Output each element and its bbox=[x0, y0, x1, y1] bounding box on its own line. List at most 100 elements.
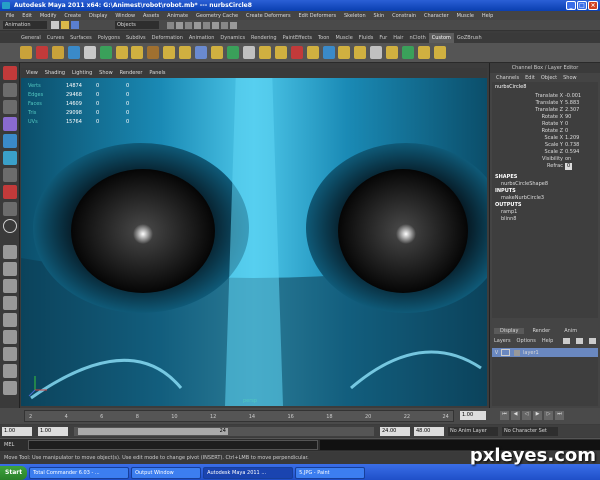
show-manip-icon[interactable] bbox=[3, 202, 17, 216]
attribute-value[interactable]: 90 bbox=[565, 114, 571, 121]
layer-menu-options[interactable]: Options bbox=[517, 338, 536, 344]
menu-create[interactable]: Create bbox=[64, 13, 81, 19]
shelf-tab-curves[interactable]: Curves bbox=[44, 33, 67, 43]
shelf-tab-muscle[interactable]: Muscle bbox=[332, 33, 355, 43]
viewport-menu-lighting[interactable]: Lighting bbox=[72, 70, 92, 76]
shelf-tab-rendering[interactable]: Rendering bbox=[248, 33, 280, 43]
shelf-tool-icon[interactable] bbox=[242, 46, 255, 59]
shelf-tool-icon[interactable] bbox=[35, 46, 48, 59]
layer-menu-layers[interactable]: Layers bbox=[494, 338, 511, 344]
channel-menu-object[interactable]: Object bbox=[541, 75, 557, 81]
selection-mode-dropdown[interactable]: Objects bbox=[115, 21, 159, 29]
shelf-tool-icon[interactable] bbox=[338, 46, 351, 59]
layer-menu-help[interactable]: Help bbox=[542, 338, 553, 344]
shelf-tab-polygons[interactable]: Polygons bbox=[95, 33, 123, 43]
shelf-tool-icon[interactable] bbox=[115, 46, 128, 59]
viewport-menu-show[interactable]: Show bbox=[99, 70, 113, 76]
attribute-row[interactable]: Translate Y 5.883 bbox=[495, 100, 595, 107]
attribute-value[interactable]: on bbox=[565, 156, 571, 163]
shelf-tab-painteffects[interactable]: PaintEffects bbox=[280, 33, 315, 43]
shelf-tool-icon[interactable] bbox=[147, 46, 160, 59]
shelf-tool-icon[interactable] bbox=[402, 46, 415, 59]
manipulator-icon[interactable] bbox=[3, 168, 17, 182]
time-slider-track[interactable]: 2 4 6 8 10 12 14 16 18 20 22 24 bbox=[24, 410, 454, 422]
taskbar-item[interactable]: Autodesk Maya 2011 ... bbox=[203, 467, 294, 479]
layout-custom-icon[interactable] bbox=[3, 364, 17, 378]
go-to-start-icon[interactable]: ⏮ bbox=[500, 411, 509, 420]
shelf-tab-toon[interactable]: Toon bbox=[315, 33, 333, 43]
maximize-button[interactable]: □ bbox=[577, 1, 587, 10]
animation-start-field[interactable]: 1.00 bbox=[2, 426, 32, 436]
menu-display[interactable]: Display bbox=[89, 13, 107, 19]
attribute-value[interactable]: 0 bbox=[565, 128, 568, 135]
layer-visibility-toggle[interactable]: V bbox=[492, 350, 501, 356]
play-forward-icon[interactable]: ▶ bbox=[533, 411, 542, 420]
layer-type-toggle[interactable] bbox=[501, 349, 510, 356]
close-button[interactable]: × bbox=[588, 1, 598, 10]
menu-file[interactable]: File bbox=[6, 13, 14, 19]
step-forward-icon[interactable]: ▷ bbox=[544, 411, 553, 420]
shelf-tab-fur[interactable]: Fur bbox=[376, 33, 390, 43]
shelf-tool-icon[interactable] bbox=[306, 46, 319, 59]
mask-icon[interactable] bbox=[185, 21, 192, 29]
menu-skeleton[interactable]: Skeleton bbox=[344, 13, 366, 19]
shelf-tool-icon[interactable] bbox=[433, 46, 446, 59]
shelf-tool-icon[interactable] bbox=[67, 46, 80, 59]
shelf-tool-icon[interactable] bbox=[211, 46, 224, 59]
time-slider[interactable]: 2 4 6 8 10 12 14 16 18 20 22 24 1.00 ⏮ ◀… bbox=[0, 408, 600, 424]
mask-icon[interactable] bbox=[212, 21, 219, 29]
select-tool-icon[interactable] bbox=[3, 66, 17, 80]
channel-menu-show[interactable]: Show bbox=[563, 75, 577, 81]
attribute-row[interactable]: Scale X 1.209 bbox=[495, 135, 595, 142]
mask-icon[interactable] bbox=[221, 21, 228, 29]
layout-custom-icon[interactable] bbox=[3, 330, 17, 344]
viewport-menu-panels[interactable]: Panels bbox=[149, 70, 165, 76]
lasso-tool-icon[interactable] bbox=[3, 83, 17, 97]
mask-icon[interactable] bbox=[167, 21, 174, 29]
attribute-row[interactable]: Rotate Y0 bbox=[495, 121, 595, 128]
attribute-row[interactable]: Scale Y 0.738 bbox=[495, 142, 595, 149]
attribute-row[interactable]: Translate Z 2.307 bbox=[495, 107, 595, 114]
shelf-tool-icon[interactable] bbox=[83, 46, 96, 59]
layout-four-icon[interactable] bbox=[3, 262, 17, 276]
attribute-row[interactable]: Visibility on bbox=[495, 156, 595, 163]
shelf-tool-icon[interactable] bbox=[226, 46, 239, 59]
shape-node[interactable]: nurbsCircleShape8 bbox=[495, 181, 595, 188]
minimize-button[interactable]: _ bbox=[566, 1, 576, 10]
viewport-menu-renderer[interactable]: Renderer bbox=[120, 70, 143, 76]
last-tool-icon[interactable] bbox=[3, 219, 17, 233]
attribute-row[interactable]: Scale Z 0.594 bbox=[495, 149, 595, 156]
new-layer-selected-icon[interactable] bbox=[576, 338, 583, 344]
channel-menu-edit[interactable]: Edit bbox=[525, 75, 535, 81]
shelf-tab-subdivs[interactable]: Subdivs bbox=[123, 33, 149, 43]
shelf-tab-custom[interactable]: Custom bbox=[428, 33, 454, 43]
shelf-tool-icon[interactable] bbox=[131, 46, 144, 59]
attribute-value[interactable]: 2.307 bbox=[565, 107, 579, 114]
start-button[interactable]: Start bbox=[0, 465, 28, 480]
shelf-tool-icon[interactable] bbox=[258, 46, 271, 59]
output-node[interactable]: ramp1 bbox=[495, 209, 595, 216]
menu-assets[interactable]: Assets bbox=[143, 13, 159, 19]
menu-animate[interactable]: Animate bbox=[167, 13, 188, 19]
attribute-value[interactable]: 0 bbox=[565, 121, 568, 128]
taskbar-item[interactable]: Output Window bbox=[131, 467, 202, 479]
input-node[interactable]: makeNurbCircle3 bbox=[495, 195, 595, 202]
attribute-value[interactable]: 0.738 bbox=[565, 142, 579, 149]
attribute-value[interactable]: 0.594 bbox=[565, 149, 579, 156]
mask-icon[interactable] bbox=[194, 21, 201, 29]
move-tool-icon[interactable] bbox=[3, 117, 17, 131]
mask-icon[interactable] bbox=[230, 21, 237, 29]
attribute-row[interactable]: Refrac 0 bbox=[495, 163, 595, 170]
layer-name[interactable]: layer1 bbox=[523, 350, 539, 356]
anim-layer-dropdown[interactable]: No Anim Layer bbox=[448, 426, 498, 436]
layer-options-icon[interactable] bbox=[589, 338, 596, 344]
menu-character[interactable]: Character bbox=[424, 13, 449, 19]
shelf-tool-icon[interactable] bbox=[163, 46, 176, 59]
rotate-tool-icon[interactable] bbox=[3, 134, 17, 148]
animation-end-field[interactable]: 48.00 bbox=[414, 426, 444, 436]
layer-tab-display[interactable]: Display bbox=[494, 328, 525, 334]
menuset-dropdown[interactable]: Animation bbox=[3, 21, 47, 29]
channel-menu-channels[interactable]: Channels bbox=[496, 75, 519, 81]
taskbar-item[interactable]: Total Commander 6.03 - ... bbox=[29, 467, 130, 479]
layer-color-swatch[interactable] bbox=[514, 349, 520, 356]
